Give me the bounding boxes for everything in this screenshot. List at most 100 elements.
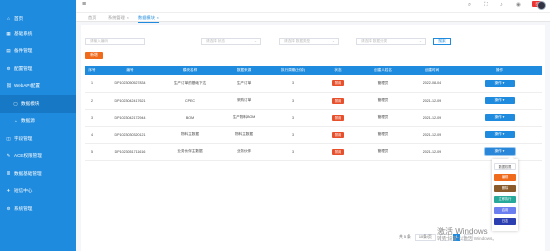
sidebar-item[interactable]: ⛓ WebAPI配置 <box>0 78 76 96</box>
table-cell: 禁用 <box>317 109 359 127</box>
table-cell: 操作 ▾ <box>457 109 542 127</box>
table-cell: 禁用 <box>317 143 359 161</box>
main-panel: 请输入编码 请选择 状态 ⌄ 请选择 数据类型 ⌄ 请选择 数据分类 ⌄ 搜索 … <box>81 25 545 251</box>
table-cell: 管理员 <box>359 92 407 110</box>
status-select[interactable]: 请选择 状态 ⌄ <box>201 38 261 45</box>
type-select[interactable]: 请选择 数据类型 ⌄ <box>279 38 339 45</box>
table-cell: 生产订单的基础下达 <box>161 75 219 93</box>
table-cell: 业务伙伴主数据 <box>161 143 219 161</box>
data-table: 序号 编号 模块名称 数据来源 执行周期(分钟) 状态 创建人姓名 创建时间 操作 1 DP102… <box>85 66 542 161</box>
status-badge[interactable]: 禁用 <box>332 148 344 155</box>
tab-home[interactable]: 首页 <box>88 15 96 21</box>
sidebar-item[interactable]: ◔ 数据源 <box>0 113 76 131</box>
action-dropdown-button[interactable]: 操作 ▾ <box>484 79 515 87</box>
dropdown-item[interactable]: 启用 <box>494 207 516 214</box>
menu-toggle-icon[interactable]: ≡ <box>82 1 86 8</box>
tab-label: 首页 <box>88 15 97 20</box>
sidebar-item-label: 配置管理 <box>14 65 33 71</box>
table-row: 5 DP1023051711616 业务伙伴主数据 业务伙伴 3 禁用 管理员 2021-12… <box>85 143 542 161</box>
bell-icon[interactable]: ♪ <box>500 2 503 8</box>
sidebar-item[interactable]: ◫ 字段管理 <box>0 130 76 148</box>
sidebar-item[interactable]: ⚙ 系统管理 <box>0 200 76 218</box>
add-button[interactable]: 新增 <box>85 52 103 59</box>
fullscreen-icon[interactable]: ⛶ <box>484 2 488 9</box>
search-icon[interactable]: ⌕ <box>468 2 471 9</box>
sidebar-item-label: 备件管理 <box>14 48 33 54</box>
table-cell: 5 <box>85 143 99 161</box>
table-row: 3 DP1023042172944 BOM 生产物料BOM 3 禁用 管理员 2021-12-… <box>85 109 542 127</box>
column-header: 序号 <box>85 66 99 75</box>
close-icon[interactable]: × <box>157 16 159 20</box>
category-select[interactable]: 请选择 数据分类 ⌄ <box>356 38 426 45</box>
status-badge[interactable]: 禁用 <box>332 80 344 87</box>
dropdown-item[interactable]: 删除 <box>494 185 516 192</box>
close-icon[interactable]: × <box>127 16 129 20</box>
table-cell: 管理员 <box>359 126 407 144</box>
table-cell: 4 <box>85 126 99 144</box>
sidebar-item[interactable]: ≣ 数据基础管理 <box>0 165 76 183</box>
gear-icon: ⚙ <box>6 65 11 71</box>
column-header: 编号 <box>99 66 161 75</box>
table-cell: 生产订单 <box>219 75 269 93</box>
keyword-input[interactable]: 请输入编码 <box>85 38 145 45</box>
sidebar-item-label: 数据基础管理 <box>14 170 42 176</box>
sidebar-item-label: 数据源 <box>21 118 35 124</box>
table-cell: 操作 ▾ <box>457 75 542 93</box>
action-dropdown-button[interactable]: 操作 ▾ <box>484 97 515 104</box>
action-dropdown-button[interactable]: 操作 ▾ <box>484 131 515 138</box>
wrench-icon: ✎ <box>6 153 11 159</box>
sidebar-item[interactable]: ✎ ACE权限管理 <box>0 148 76 166</box>
table-cell: BOM <box>161 109 219 127</box>
action-dropdown-button[interactable]: 操作 ▾ <box>484 148 515 155</box>
tab-label: 系统管理 <box>108 15 125 20</box>
status-badge[interactable]: 禁用 <box>332 97 344 104</box>
status-badge[interactable]: 禁用 <box>332 114 344 121</box>
dropdown-item[interactable]: 日志 <box>494 218 516 225</box>
sidebar-item-label: 短信中心 <box>14 188 33 194</box>
table-row: 4 DP1023030320121 物料主数据 物料主数据 3 禁用 管理员 2021-12-… <box>85 126 542 144</box>
column-header: 操作 <box>457 66 542 75</box>
table-cell: 物料主数据 <box>161 126 219 144</box>
table-cell: 2 <box>85 92 99 110</box>
table-cell: DP1023030320121 <box>99 126 161 144</box>
dropdown-item[interactable]: 数据权限 <box>494 163 516 170</box>
book-icon: ▤ <box>6 48 11 54</box>
page-size-select[interactable]: 10条/页 <box>414 234 436 241</box>
table-row: 1 DP1023050527834 生产订单的基础下达 生产订单 3 禁用 管理员 2022-… <box>85 75 542 93</box>
category-select-placeholder: 请选择 数据分类 <box>361 39 388 43</box>
table-cell: 禁用 <box>317 92 359 110</box>
sidebar-item[interactable]: ✈ 短信中心 <box>0 183 76 201</box>
type-select-placeholder: 请选择 数据类型 <box>284 39 311 43</box>
dropdown-item[interactable]: 编辑 <box>494 174 516 181</box>
activation-watermark-hint: 转到"设置"以激活 Windows。 <box>437 236 497 241</box>
tab-bar: 首页 系统管理 × 数据模块 × <box>76 12 550 23</box>
sidebar-item-label: 系统管理 <box>14 205 33 211</box>
doc-icon: ▢ <box>13 100 18 106</box>
avatar[interactable] <box>537 1 546 10</box>
sidebar-item-label: 数据模块 <box>21 100 40 106</box>
sidebar-item[interactable]: ▤ 备件管理 <box>0 43 76 61</box>
column-header: 创建时间 <box>407 66 457 75</box>
tab-system[interactable]: 系统管理 × <box>108 15 129 21</box>
table-cell: 3 <box>269 143 317 161</box>
lock-icon[interactable]: ◉ <box>516 2 521 8</box>
table-cell: 管理员 <box>359 75 407 93</box>
sidebar-item-label: WebAPI配置 <box>14 83 40 89</box>
table-cell: 3 <box>85 109 99 127</box>
dropdown-item[interactable]: 立即执行 <box>494 196 516 203</box>
search-button[interactable]: 搜索 <box>433 38 451 45</box>
column-header: 创建人姓名 <box>359 66 407 75</box>
sidebar-item[interactable]: ⌂ 首页 <box>0 12 76 25</box>
table-cell: 禁用 <box>317 126 359 144</box>
table-cell: 3 <box>269 92 317 110</box>
status-badge[interactable]: 禁用 <box>332 131 344 138</box>
tab-data-module[interactable]: 数据模块 × <box>138 15 159 23</box>
settings-icon: ⚙ <box>6 205 11 211</box>
table-cell: 操作 ▾ <box>457 92 542 110</box>
table-cell: 采购订单 <box>219 92 269 110</box>
action-dropdown-button[interactable]: 操作 ▾ <box>484 114 515 121</box>
sidebar-item[interactable]: ⚙ 配置管理 <box>0 60 76 78</box>
sidebar-item[interactable]: ▢ 数据模块 <box>0 95 76 113</box>
sidebar-item-label: 首页 <box>14 15 24 21</box>
sidebar-item[interactable]: ▦ 基础系统 <box>0 25 76 43</box>
